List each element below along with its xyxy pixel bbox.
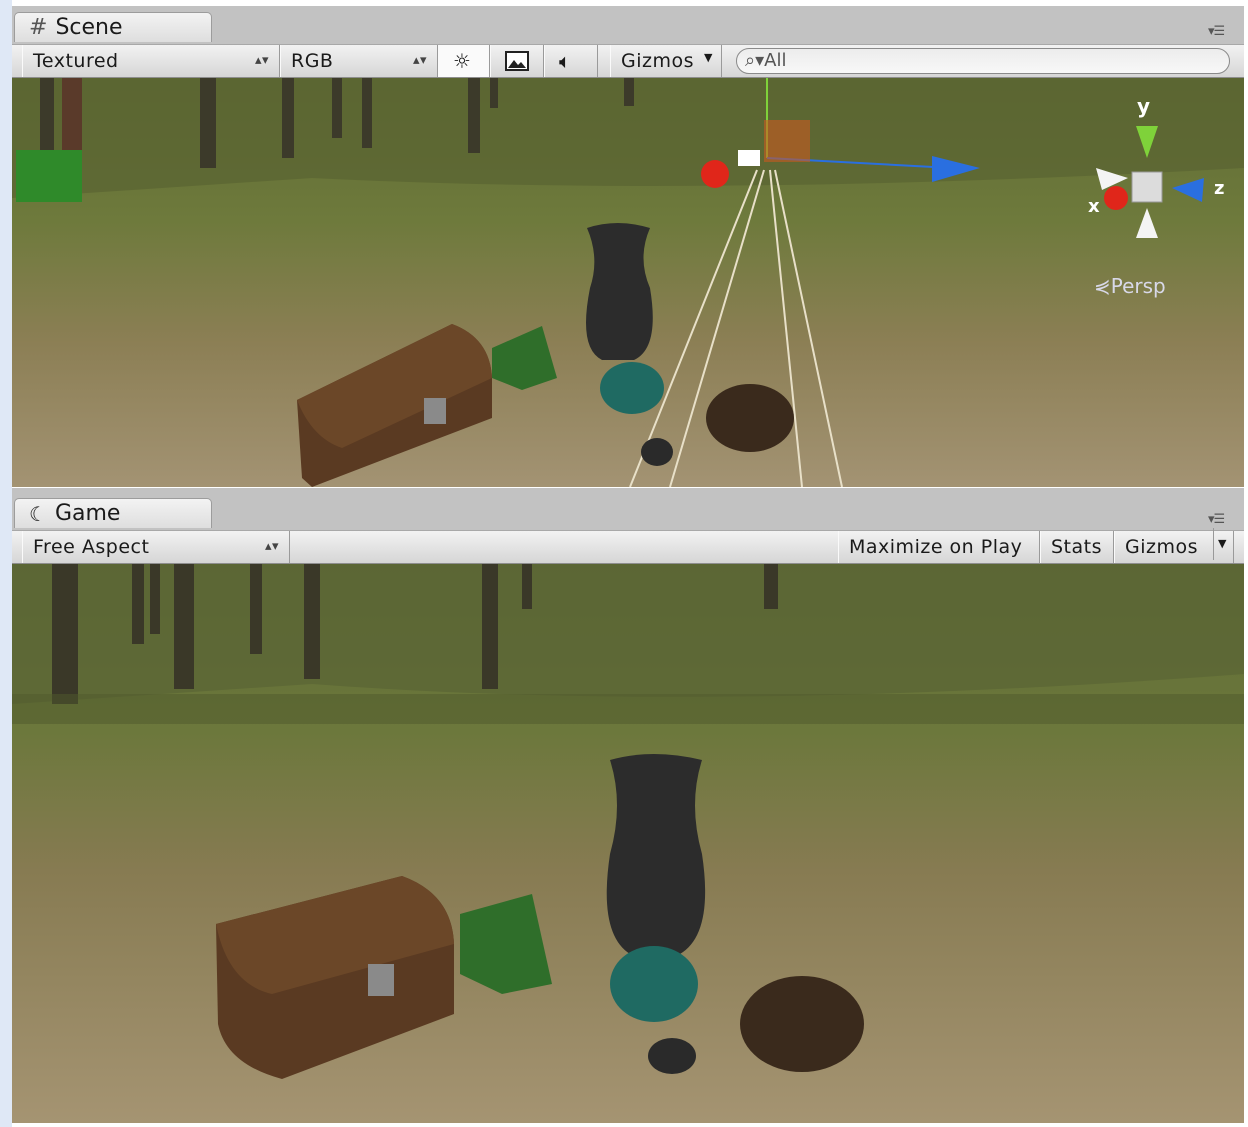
lighting-toggle[interactable]: ☼	[438, 45, 490, 77]
axis-x-label: x	[1088, 196, 1100, 217]
updown-icon: ▴▾	[264, 539, 279, 554]
persp-arrow-icon: ⋞	[1094, 274, 1111, 298]
dropdown-arrow-icon: ▼	[1213, 528, 1227, 560]
scene-tab[interactable]: # Scene	[14, 12, 212, 42]
dropdown-arrow-icon: ▼	[704, 51, 713, 64]
scene-hash-icon: #	[29, 14, 48, 40]
render-mode-dropdown[interactable]: RGB ▴▾	[280, 45, 438, 77]
window-frame-left	[0, 0, 12, 1127]
scene-overlay-toggle[interactable]	[490, 45, 544, 77]
draw-mode-value: Textured	[33, 50, 119, 72]
updown-icon: ▴▾	[412, 53, 427, 68]
stats-label: Stats	[1051, 536, 1103, 558]
scene-viewport[interactable]: y x z ⋞Persp	[12, 78, 1244, 487]
game-panel-menu-icon[interactable]: ▾☰	[1208, 512, 1225, 527]
sun-icon: ☼	[453, 49, 472, 73]
game-tab-title: Game	[54, 500, 121, 526]
game-gizmos-label: Gizmos	[1125, 536, 1199, 558]
game-viewport[interactable]	[12, 564, 1244, 1123]
maximize-on-play-label: Maximize on Play	[849, 536, 1023, 558]
axis-y-label: y	[1137, 94, 1151, 118]
scene-gizmos-dropdown[interactable]: Gizmos ▼	[610, 45, 722, 77]
search-icon: ⌕▾	[745, 50, 765, 71]
game-tab[interactable]: ☾ Game	[14, 498, 212, 528]
aspect-value: Free Aspect	[33, 536, 150, 558]
image-icon	[505, 51, 529, 71]
scene-tab-title: Scene	[55, 14, 123, 40]
projection-toggle[interactable]: ⋞Persp	[1094, 274, 1166, 298]
maximize-on-play-toggle[interactable]: Maximize on Play	[838, 531, 1040, 563]
aspect-dropdown[interactable]: Free Aspect ▴▾	[22, 531, 290, 563]
scene-gizmos-label: Gizmos	[621, 50, 695, 72]
scene-search-input[interactable]: ⌕▾All	[736, 48, 1230, 74]
window-frame-right	[1244, 0, 1248, 1127]
draw-mode-dropdown[interactable]: Textured ▴▾	[22, 45, 280, 77]
speaker-icon: 🔈︎	[559, 49, 572, 73]
game-gizmos-dropdown[interactable]: Gizmos ▼	[1114, 528, 1234, 563]
game-pacman-icon: ☾	[29, 501, 47, 526]
search-placeholder: All	[764, 50, 787, 71]
axis-z-label: z	[1214, 178, 1225, 199]
audio-toggle[interactable]: 🔈︎	[544, 45, 598, 77]
projection-label: Persp	[1110, 274, 1166, 298]
game-toolbar: Free Aspect ▴▾ Maximize on Play Stats Gi…	[12, 528, 1244, 564]
scene-rendering	[12, 78, 1244, 487]
scene-toolbar: Textured ▴▾ RGB ▴▾ ☼ 🔈︎ Gizmos ▼ ⌕▾All	[12, 44, 1244, 78]
updown-icon: ▴▾	[254, 53, 269, 68]
scene-panel-menu-icon[interactable]: ▾☰	[1208, 24, 1225, 39]
game-rendering	[12, 564, 1244, 1123]
stats-toggle[interactable]: Stats	[1040, 531, 1114, 563]
render-mode-value: RGB	[291, 50, 334, 72]
